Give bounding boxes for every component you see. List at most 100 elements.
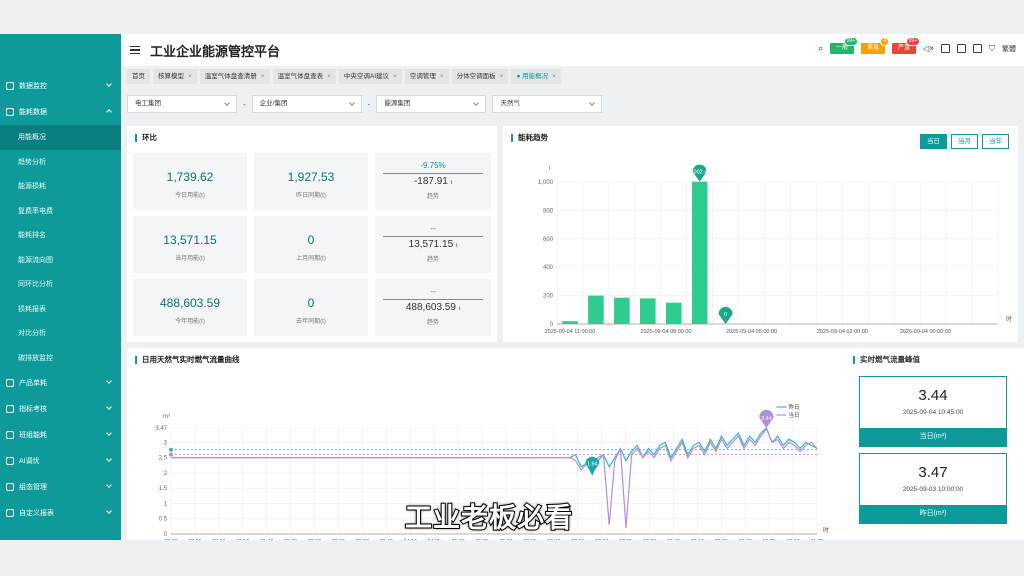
x-tick-label: 00:25 — [188, 539, 201, 540]
x-tick-label: 05:50 — [499, 539, 512, 540]
chevron-up-icon — [106, 109, 112, 115]
ring-panel: 环比 1,739.62 今日用能(t) 1,927.53 昨日同期(t) -9.75… — [127, 126, 497, 342]
lang-switch[interactable]: 繁體 — [1002, 44, 1016, 54]
product-icon — [6, 379, 14, 387]
menu-icon[interactable] — [130, 46, 140, 54]
card-day-trend: -9.75% -187.91 t 趋势 — [375, 153, 491, 210]
filter-bar: 电工集团 - 企业/集团 - 能源集团 天然气 — [127, 95, 603, 113]
sidebar-sub-rate[interactable]: 复费率电费 — [0, 199, 121, 224]
tab-bar: 首页 核算模型 × 温室气体盘查清册 × 温室气体盘查表 × 中央空调AI建议 × 空调… — [121, 68, 1024, 85]
sidebar-item-report[interactable]: 自定义报表 — [0, 500, 121, 526]
series-line — [171, 426, 818, 477]
tab-ai-hvac[interactable]: 中央空调AI建议 × — [338, 69, 402, 84]
alarm-urgent[interactable]: 紧急 4 — [861, 37, 890, 54]
close-icon[interactable]: × — [393, 73, 397, 80]
close-icon[interactable]: × — [500, 73, 504, 80]
company-select[interactable]: 能源集团 — [376, 95, 487, 113]
energy-type-select[interactable]: 天然气 — [492, 95, 603, 113]
copy-icon[interactable] — [973, 44, 982, 53]
tab-ghg-table[interactable]: 温室气体盘查表 × — [272, 69, 336, 84]
close-icon[interactable]: × — [552, 73, 556, 80]
chevron-down-icon — [106, 378, 112, 384]
x-tick-label: 10:25 — [763, 539, 776, 540]
sidebar-sub-compare[interactable]: 同环比分析 — [0, 272, 121, 297]
config-icon — [6, 483, 14, 491]
x-tick-label: 10:00 — [739, 539, 752, 540]
x-tick-label: 07:30 — [595, 539, 608, 540]
kpi-icon — [6, 405, 14, 413]
y-tick-label: 1,000 — [538, 180, 554, 186]
close-icon[interactable]: × — [440, 73, 444, 80]
bar-marker-label: 1,002.44 — [689, 170, 710, 176]
x-tick-label: 04:10 — [404, 539, 417, 540]
card-yesterday: 1,927.53 昨日同期(t) — [254, 153, 368, 210]
sidebar-item-product[interactable]: 产品单耗 — [0, 370, 121, 396]
bar — [665, 302, 682, 324]
x-tick-label: 05:00 — [451, 539, 464, 540]
x-tick-label: 08:20 — [643, 539, 656, 540]
tab-hvac[interactable]: 空调管理 × — [404, 69, 449, 84]
alarm-general[interactable]: 一般 99+ — [830, 37, 859, 54]
app-frame: 数据监控 能耗数据 用能概况 趋势分析 能源损耗 复费率电费 能耗排名 能源流向… — [0, 34, 1024, 540]
sidebar-item-kpi[interactable]: 指标考核 — [0, 396, 121, 422]
y-tick-label: 800 — [543, 208, 554, 214]
alarm-severe[interactable]: 严重 99+ — [892, 37, 921, 54]
close-icon[interactable]: × — [327, 73, 331, 80]
x-unit-label: 时 — [1006, 315, 1012, 323]
tab-home[interactable]: 首页 — [127, 69, 150, 84]
tab-model[interactable]: 核算模型 × — [153, 69, 197, 84]
energy-trend-chart: t02004006008001,0001,002.4402025-09-04 1… — [538, 164, 1012, 335]
y-tick-label: 2.5 — [159, 456, 168, 462]
y-tick-label: 1 — [164, 501, 168, 507]
x-tick-label: 02:55 — [332, 539, 345, 540]
shirt-icon[interactable]: ⛉ — [989, 44, 995, 54]
sidebar-sub-trend[interactable]: 趋势分析 — [0, 150, 121, 175]
x-tick-label: 2025-09-04 02:00:00 — [817, 329, 868, 335]
peak-yesterday-card: 3.47 2025-09-03 10:00:00 昨日(m³) — [859, 453, 1007, 524]
sidebar-sub-loss[interactable]: 能源损耗 — [0, 174, 121, 199]
close-icon[interactable]: × — [261, 73, 265, 80]
y-tick-label: 400 — [543, 265, 554, 271]
tab-ghg-list[interactable]: 温室气体盘查清册 × — [199, 69, 270, 84]
y-tick-label: 3 — [164, 440, 168, 446]
y-tick-label: 200 — [543, 294, 554, 300]
sidebar-sub-flow[interactable]: 能源流向图 — [0, 248, 121, 273]
close-icon[interactable]: × — [188, 73, 192, 80]
card-last-month: 0 上月同期(t) — [254, 216, 368, 273]
min-marker-label: 1.94 — [587, 462, 598, 468]
average-dot — [169, 452, 173, 457]
team-icon — [6, 431, 14, 439]
sidebar-sub-rank[interactable]: 能耗排名 — [0, 223, 121, 248]
ai-icon — [6, 457, 14, 465]
search-icon[interactable]: ⌕ — [818, 43, 823, 54]
x-tick-label: 2025-09-04 00:00:00 — [900, 329, 951, 335]
x-tick-label: 05:25 — [475, 539, 488, 540]
sidebar-item-data-monitor[interactable]: 数据监控 — [0, 73, 121, 99]
image-icon[interactable] — [941, 44, 950, 53]
sidebar-item-config[interactable]: 组态管理 — [0, 474, 121, 500]
page-title: 工业企业能源管控平台 — [150, 43, 281, 59]
card-year-trend: -- 488,603.59 t 趋势 — [375, 279, 491, 336]
x-tick-label: 10:50 — [786, 539, 799, 540]
x-tick-label: 00:50 — [212, 539, 225, 540]
sidebar-sub-carbon[interactable]: 碳排放监控 — [0, 346, 121, 371]
sidebar-item-team[interactable]: 班组能耗 — [0, 422, 121, 448]
y-unit-label: m³ — [163, 414, 170, 420]
sidebar-sub-contrast[interactable]: 对比分析 — [0, 321, 121, 346]
sidebar-sub-loss-report[interactable]: 损耗报表 — [0, 297, 121, 322]
mute-icon[interactable]: ◁× — [923, 44, 934, 53]
x-tick-label: 01:40 — [260, 539, 273, 540]
sidebar-sub-overview[interactable]: 用能概况 — [0, 125, 121, 150]
x-tick-label: 03:20 — [356, 539, 369, 540]
y-tick-label: 2 — [164, 471, 168, 477]
x-tick-label: 04:35 — [428, 539, 441, 540]
card-year: 488,603.59 今年用能(t) — [133, 279, 247, 336]
bar — [588, 295, 604, 324]
tab-overview[interactable]: ● 用能概况 × — [511, 69, 561, 84]
org-type-select[interactable]: 企业/集团 — [251, 95, 362, 113]
group-select[interactable]: 电工集团 — [127, 95, 237, 113]
sidebar-item-energy-data[interactable]: 能耗数据 — [0, 99, 121, 125]
tab-split-ac[interactable]: 分体空调面板 × — [451, 69, 509, 84]
doc-icon[interactable] — [957, 44, 966, 53]
sidebar-item-ai[interactable]: AI调优 — [0, 448, 121, 474]
